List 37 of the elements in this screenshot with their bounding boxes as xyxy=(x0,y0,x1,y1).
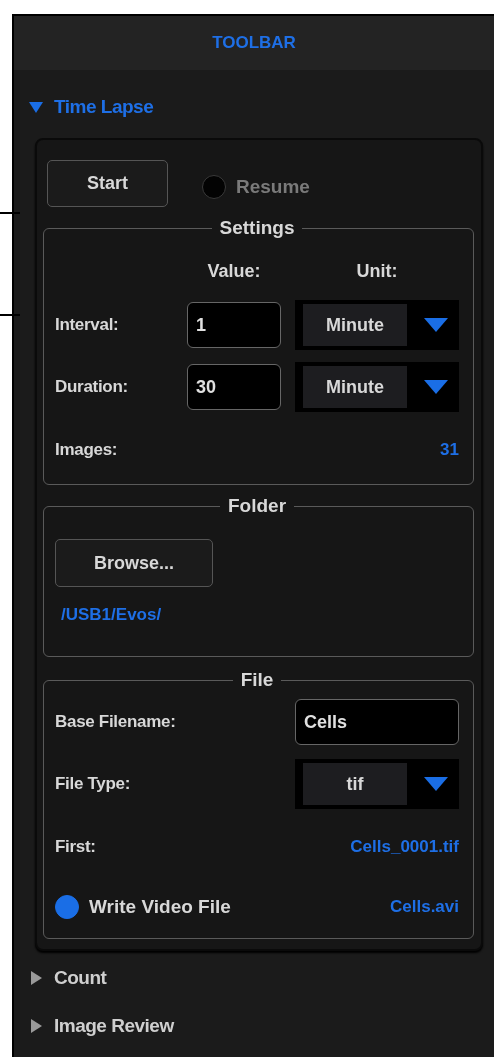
caret-icon xyxy=(423,379,449,395)
section-header[interactable]: Count xyxy=(28,954,107,1002)
field-label: Base Filename: xyxy=(55,712,176,732)
triangle-right-icon xyxy=(28,970,44,986)
video-filename: Cells.avi xyxy=(390,897,459,917)
group-legend: Folder xyxy=(219,495,295,517)
section-header[interactable]: Time Lapse xyxy=(28,88,154,126)
value-field[interactable]: 30 xyxy=(187,364,281,410)
toolbar-title: TOOLBAR xyxy=(212,33,296,53)
start-button[interactable]: Start xyxy=(47,160,168,207)
triangle-right-icon xyxy=(28,1018,44,1034)
field-label: Interval: xyxy=(55,315,120,335)
triangle-down-icon xyxy=(28,99,44,115)
column-header: Value: xyxy=(206,260,262,283)
browse-button[interactable]: Browse... xyxy=(55,539,213,587)
caret-icon xyxy=(423,776,449,792)
field-label: Images: xyxy=(55,440,118,460)
value-field[interactable]: 1 xyxy=(187,302,281,348)
resume-radio[interactable]: Resume xyxy=(202,174,310,199)
first-filename: Cells_0001.tif xyxy=(350,837,459,857)
column-header: Unit: xyxy=(355,260,399,283)
filename-field[interactable]: Cells xyxy=(295,699,459,745)
radio-dot-icon xyxy=(55,895,79,919)
group-legend: Settings xyxy=(211,217,303,239)
field-label: Duration: xyxy=(55,377,129,397)
folder-path: /USB1/Evos/ xyxy=(61,605,163,625)
file-type-dropdown[interactable]: tif xyxy=(295,759,459,809)
images-count: 31 xyxy=(440,440,459,460)
caret-icon xyxy=(423,317,449,333)
section-header[interactable]: Image Review xyxy=(28,1002,174,1050)
write-video-radio[interactable]: Write Video File xyxy=(55,895,231,919)
group-legend: File xyxy=(232,669,282,691)
field-label: File Type: xyxy=(55,774,131,794)
radio-dot-icon xyxy=(202,174,226,199)
field-label: First: xyxy=(55,837,96,857)
unit-dropdown[interactable]: Minute xyxy=(295,300,459,350)
unit-dropdown[interactable]: Minute xyxy=(295,362,459,412)
